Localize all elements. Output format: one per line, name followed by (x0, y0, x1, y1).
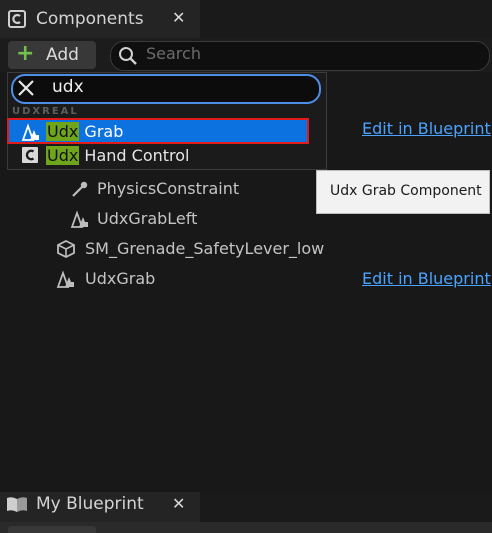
menu-item-label-rest: Hand Control (79, 146, 190, 165)
tree-row[interactable]: UdxGrabLeft (60, 206, 320, 232)
search-placeholder: Search (146, 44, 201, 63)
menu-item-label: Udx Hand Control (46, 146, 189, 165)
tree-row-label: SM_Grenade_SafetyLever_low (85, 239, 325, 258)
components-tab-title: Components (36, 9, 144, 29)
edit-in-blueprint-link[interactable]: Edit in Blueprint (362, 269, 491, 288)
scene-component-icon (56, 270, 74, 288)
scene-component-icon (70, 210, 88, 228)
tree-row[interactable]: PhysicsConstraint (60, 176, 320, 202)
blueprint-class-icon (8, 10, 26, 28)
match-highlight: Udx (46, 146, 80, 165)
physics-constraint-icon (72, 181, 88, 197)
static-mesh-icon (57, 239, 75, 259)
tooltip-text: Udx Grab Component (330, 183, 482, 199)
annotation-highlight-box (7, 118, 309, 144)
my-blueprint-add-button[interactable] (8, 526, 96, 533)
close-icon[interactable]: ✕ (172, 8, 185, 27)
edit-in-blueprint-link[interactable]: Edit in Blueprint (362, 119, 491, 138)
my-blueprint-tab-title: My Blueprint (36, 494, 144, 514)
menu-category-header: UDXREAL (12, 106, 79, 117)
search-icon (119, 47, 137, 65)
clear-x-icon[interactable] (17, 79, 35, 97)
close-icon[interactable]: ✕ (172, 494, 185, 513)
add-menu-search-value: udx (52, 77, 84, 97)
tree-row-label: UdxGrabLeft (97, 209, 198, 228)
add-button-label: Add (46, 45, 79, 65)
tree-row[interactable]: UdxGrab (48, 266, 308, 292)
tree-row[interactable]: SM_Grenade_SafetyLever_low (48, 236, 338, 262)
book-icon (7, 497, 27, 512)
tree-row-label: PhysicsConstraint (97, 179, 240, 198)
class-c-icon (22, 147, 38, 163)
tree-row-label: UdxGrab (85, 269, 156, 288)
plus-icon: + (16, 41, 35, 66)
